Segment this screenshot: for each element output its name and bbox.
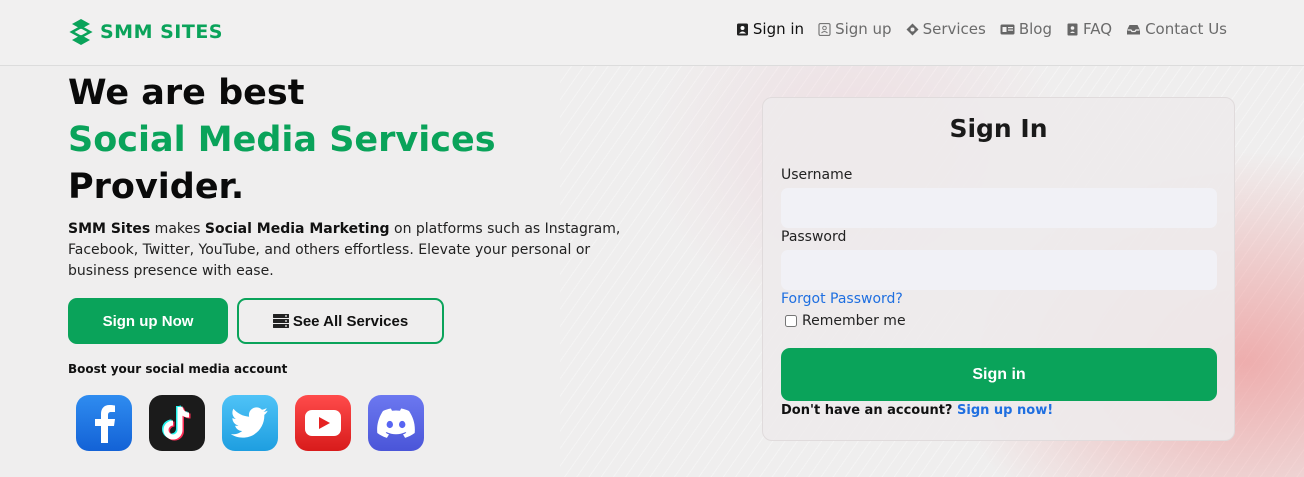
sign-in-button[interactable]: Sign in	[781, 348, 1217, 401]
gear-icon	[906, 23, 919, 35]
password-label: Password	[781, 229, 847, 245]
hero-title-line1: We are best	[68, 73, 305, 113]
nav-services[interactable]: Services	[906, 20, 986, 38]
hero-description: SMM Sites makes Social Media Marketing o…	[68, 219, 628, 282]
nav-faq[interactable]: FAQ	[1066, 20, 1112, 38]
nav-services-label: Services	[922, 20, 986, 38]
logo-text: SMM SITES	[100, 21, 223, 43]
nav-contact[interactable]: Contact Us	[1126, 20, 1227, 38]
nav-blog-label: Blog	[1018, 20, 1053, 38]
top-navbar: SMM SITES Sign in Sign up Services Blog …	[0, 0, 1304, 66]
nav-sign-up[interactable]: Sign up	[818, 20, 892, 38]
inbox-icon	[1127, 24, 1141, 34]
book-icon	[1067, 23, 1078, 35]
hero-title-line2: Social Media Services	[68, 120, 496, 160]
username-label: Username	[781, 167, 853, 183]
tiktok-icon[interactable]	[149, 395, 205, 451]
sign-up-now-link[interactable]: Sign up now!	[957, 403, 1053, 418]
remember-me-checkbox[interactable]	[785, 315, 797, 327]
logo-icon	[69, 19, 93, 45]
sign-in-card: Sign In Username Password Forgot Passwor…	[762, 97, 1235, 441]
hero-desc-brand: SMM Sites	[68, 221, 151, 237]
nav-contact-label: Contact Us	[1145, 20, 1227, 38]
server-icon	[272, 314, 289, 328]
logo[interactable]: SMM SITES	[68, 18, 223, 46]
remember-me-label: Remember me	[802, 313, 906, 329]
person-badge-icon	[736, 23, 748, 35]
nav-sign-in-label: Sign in	[752, 20, 805, 38]
nav-menu: Sign in Sign up Services Blog FAQ Contac…	[736, 20, 1227, 38]
social-icons	[76, 395, 424, 451]
person-add-icon	[818, 22, 831, 36]
remember-me[interactable]: Remember me	[785, 313, 906, 329]
see-all-services-label: See All Services	[292, 312, 409, 330]
nav-sign-up-label: Sign up	[835, 20, 892, 38]
card-icon	[1000, 24, 1015, 34]
username-input[interactable]	[781, 188, 1217, 228]
discord-icon[interactable]	[368, 395, 424, 451]
no-account-text: Don't have an account? Sign up now!	[781, 403, 1053, 418]
sign-in-title: Sign In	[949, 114, 1048, 143]
hero-desc-part1: makes	[150, 221, 205, 237]
forgot-password-link[interactable]: Forgot Password?	[781, 291, 903, 307]
nav-sign-in[interactable]: Sign in	[736, 20, 804, 38]
facebook-icon[interactable]	[76, 395, 132, 451]
sign-up-now-button[interactable]: Sign up Now	[68, 298, 228, 344]
password-input[interactable]	[781, 250, 1217, 290]
no-account-label: Don't have an account?	[781, 403, 953, 418]
twitter-icon[interactable]	[222, 395, 278, 451]
hero-desc-bold: Social Media Marketing	[204, 221, 390, 237]
hero-title-line3: Provider.	[68, 167, 245, 207]
nav-faq-label: FAQ	[1083, 20, 1113, 38]
youtube-icon[interactable]	[295, 395, 351, 451]
hero-title: We are best Social Media Services Provid…	[68, 70, 496, 211]
nav-blog[interactable]: Blog	[1000, 20, 1052, 38]
boost-label: Boost your social media account	[68, 362, 288, 376]
see-all-services-button[interactable]: See All Services	[237, 298, 444, 344]
